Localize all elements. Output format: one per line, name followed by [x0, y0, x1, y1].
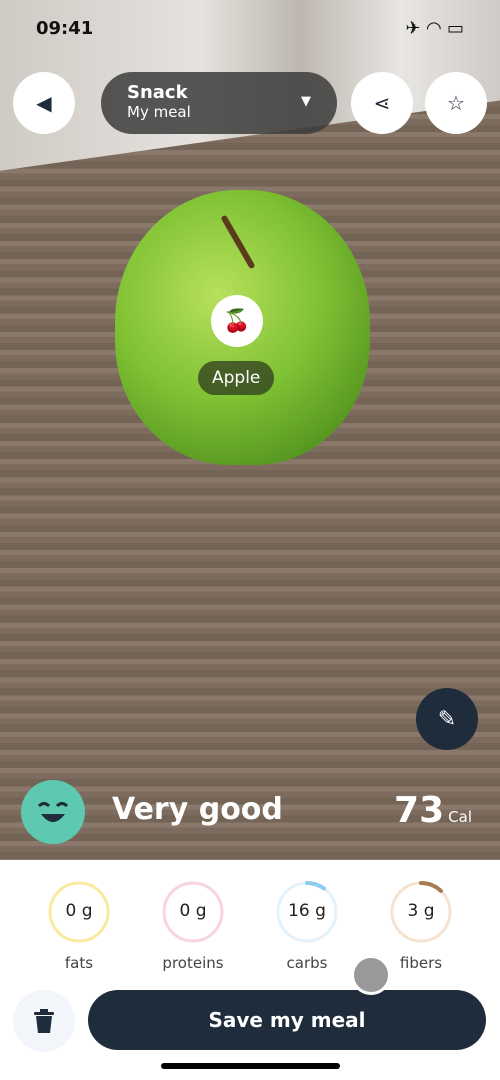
save-meal-button[interactable]: Save my meal [88, 990, 486, 1050]
meal-selector[interactable]: Snack My meal ▼ [101, 72, 337, 134]
macro-fibers: 3 g fibers [376, 880, 466, 972]
fruit-icon: 🍒 [223, 308, 251, 334]
calories: 73 Cal [394, 790, 472, 831]
macro-proteins: 0 g proteins [148, 880, 238, 972]
share-button[interactable]: ⋖ [351, 72, 413, 134]
macro-label: proteins [162, 954, 224, 972]
smiley-face-icon [21, 780, 85, 844]
chevron-down-icon: ▼ [301, 94, 311, 109]
calories-unit: Cal [448, 808, 472, 826]
macro-label: fats [64, 954, 94, 972]
back-button[interactable]: ◀ [13, 72, 75, 134]
meal-type: Snack [127, 82, 188, 103]
meal-rating: Very good [112, 792, 283, 827]
delete-button[interactable] [13, 990, 75, 1052]
food-badge[interactable]: 🍒 [211, 295, 263, 347]
favorite-button[interactable]: ☆ [425, 72, 487, 134]
macro-label: carbs [286, 954, 328, 972]
home-indicator[interactable] [161, 1063, 340, 1069]
macro-value: 0 g [65, 901, 93, 921]
edit-button[interactable]: ✎ [416, 688, 478, 750]
macro-value: 0 g [179, 901, 207, 921]
share-icon: ⋖ [373, 91, 391, 115]
macro-value: 16 g [288, 901, 326, 921]
macro-carbs: 16 g carbs [262, 880, 352, 972]
pencil-icon: ✎ [437, 706, 457, 732]
trash-icon [34, 1009, 54, 1033]
status-bar: 09:41 ✈ ◠ ▭ [36, 18, 464, 39]
macro-value: 3 g [407, 901, 435, 921]
status-time: 09:41 [36, 18, 94, 39]
star-icon: ☆ [447, 91, 465, 115]
macro-fats: 0 g fats [34, 880, 124, 972]
food-label[interactable]: Apple [198, 361, 275, 395]
touch-indicator [351, 955, 391, 995]
calories-value: 73 [394, 790, 445, 831]
meal-name: My meal [127, 103, 191, 121]
status-icons: ✈ ◠ ▭ [405, 18, 464, 39]
macros-list: 0 g fats 0 g proteins 16 g carbs 3 g fibers [0, 880, 500, 972]
back-icon: ◀ [36, 91, 52, 115]
